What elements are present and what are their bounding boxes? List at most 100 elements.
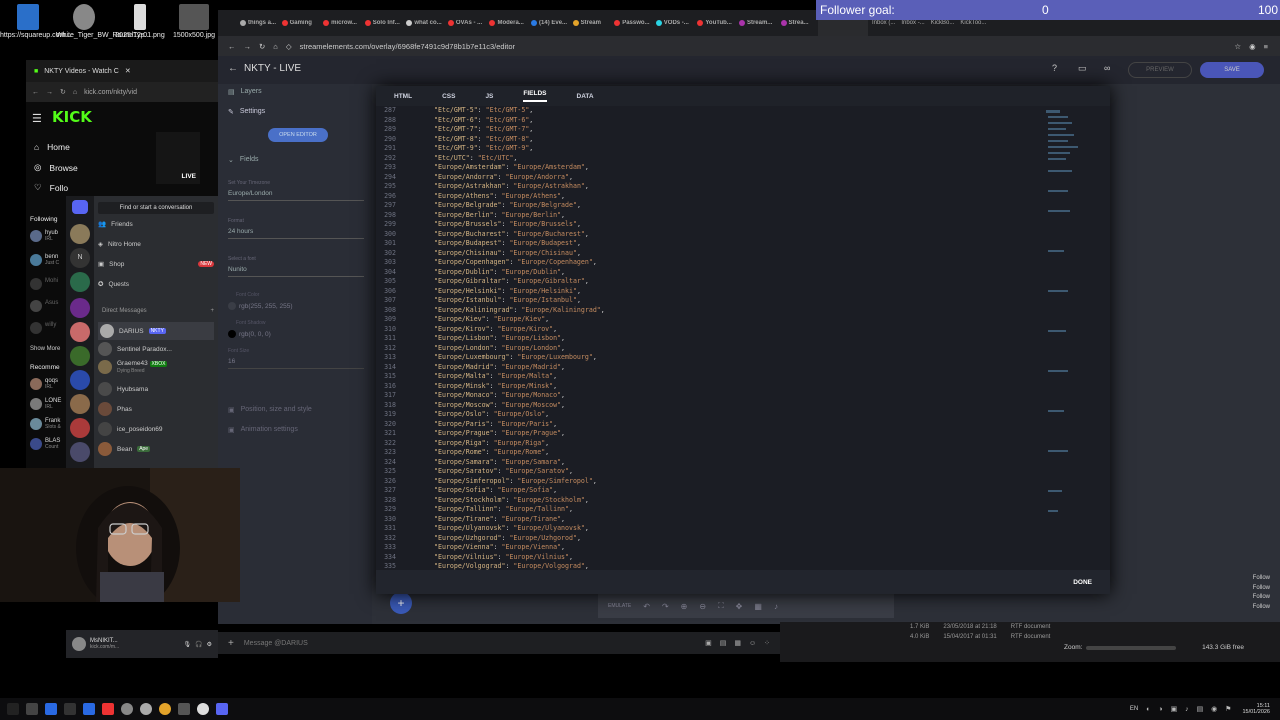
start-icon[interactable] xyxy=(7,703,19,715)
dm-item[interactable]: ice_poseidon69 xyxy=(98,422,163,436)
browser-tab[interactable]: (14) Eve... xyxy=(531,20,569,26)
code-line[interactable]: 300 "Europe/Bucharest": "Europe/Bucharest… xyxy=(376,230,1110,240)
code-line[interactable]: 312 "Europe/London": "Europe/London", xyxy=(376,344,1110,354)
desktop-icon[interactable]: https://squareup.com... xyxy=(0,4,71,40)
dm-item[interactable]: Phas xyxy=(98,402,132,416)
fit-icon[interactable]: ⛶ xyxy=(718,601,724,611)
dm-item[interactable]: Sentinel Paradox... xyxy=(98,342,172,356)
following-item[interactable]: hyub IRL xyxy=(30,230,70,254)
code-line[interactable]: 313 "Europe/Luxembourg": "Europe/Luxembou… xyxy=(376,353,1110,363)
preview-button[interactable]: PREVIEW xyxy=(1128,62,1192,78)
dm-item[interactable]: DARIUS NKTY xyxy=(98,322,214,340)
code-line[interactable]: 292 "Etc/UTC": "Etc/UTC", xyxy=(376,154,1110,164)
message-input[interactable]: Message @DARIUS xyxy=(244,640,308,647)
server-icon[interactable] xyxy=(70,442,90,462)
taskbar-app-icon[interactable] xyxy=(26,703,38,715)
code-line[interactable]: 317 "Europe/Monaco": "Europe/Monaco", xyxy=(376,391,1110,401)
server-icon[interactable] xyxy=(70,394,90,414)
following-item[interactable]: benn Just C xyxy=(30,254,70,278)
file-row[interactable]: 1.7 KiB 23/05/2018 at 21:18 RTF document xyxy=(910,624,1050,630)
code-line[interactable]: 326 "Europe/Simferopol": "Europe/Simferop… xyxy=(376,477,1110,487)
code-line[interactable]: 328 "Europe/Stockholm": "Europe/Stockholm… xyxy=(376,496,1110,506)
code-line[interactable]: 289 "Etc/GMT-7": "Etc/GMT-7", xyxy=(376,125,1110,135)
discord-home-icon[interactable] xyxy=(72,200,88,214)
taskbar-app-icon[interactable] xyxy=(159,703,171,715)
browser-tab[interactable]: Stream xyxy=(572,20,611,26)
server-icon[interactable] xyxy=(70,418,90,438)
code-line[interactable]: 290 "Etc/GMT-8": "Etc/GMT-8", xyxy=(376,135,1110,145)
code-line[interactable]: 299 "Europe/Brussels": "Europe/Brussels", xyxy=(376,220,1110,230)
kick-url[interactable]: kick.com/nkty/vid xyxy=(84,89,137,96)
back-icon[interactable]: ← xyxy=(228,42,236,51)
code-line[interactable]: 298 "Europe/Berlin": "Europe/Berlin", xyxy=(376,211,1110,221)
apps-icon[interactable]: ⁘ xyxy=(764,639,770,647)
browser-tab[interactable]: VODs -... xyxy=(655,20,694,26)
settings-section[interactable]: ✎ Settings xyxy=(228,108,265,116)
code-line[interactable]: 323 "Europe/Rome": "Europe/Rome", xyxy=(376,448,1110,458)
code-line[interactable]: 296 "Europe/Athens": "Europe/Athens", xyxy=(376,192,1110,202)
timezone-select[interactable]: Europe/London xyxy=(228,190,364,201)
taskbar-app-icon[interactable] xyxy=(140,703,152,715)
browser-tab[interactable]: microw... xyxy=(323,20,361,26)
add-attachment-icon[interactable]: + xyxy=(228,638,234,649)
nav-browse[interactable]: ◎ Browse xyxy=(34,162,78,173)
following-item[interactable]: Mohi xyxy=(30,278,70,300)
code-line[interactable]: 288 "Etc/GMT-6": "Etc/GMT-6", xyxy=(376,116,1110,126)
help-icon[interactable]: ? xyxy=(1052,63,1057,73)
desktop-icon[interactable]: 2025-12-01.png xyxy=(112,4,168,40)
sound-icon[interactable]: ♪ xyxy=(774,602,778,611)
code-line[interactable]: 335 "Europe/Volgograd": "Europe/Volgograd… xyxy=(376,562,1110,570)
browser-tab[interactable]: what co... xyxy=(406,20,444,26)
code-line[interactable]: 308 "Europe/Kaliningrad": "Europe/Kalinin… xyxy=(376,306,1110,316)
show-more-link[interactable]: Show More xyxy=(30,346,60,352)
zoom-control[interactable]: Zoom: xyxy=(1064,644,1177,651)
server-icon[interactable] xyxy=(70,370,90,390)
stream-thumbnail[interactable]: LIVE xyxy=(156,132,200,184)
browser-tab[interactable]: Solo Inf... xyxy=(364,20,403,26)
add-dm-icon[interactable]: + xyxy=(210,308,214,314)
clock[interactable]: 15:11 15/01/2026 xyxy=(1242,703,1270,715)
code-line[interactable]: 333 "Europe/Vienna": "Europe/Vienna", xyxy=(376,543,1110,553)
forward-icon[interactable]: → xyxy=(46,89,53,96)
code-line[interactable]: 294 "Europe/Andorra": "Europe/Andorra", xyxy=(376,173,1110,183)
dm-item[interactable]: Graeme43 XBOX Dying Breed xyxy=(98,360,168,374)
browser-tab[interactable]: Stream... xyxy=(738,20,777,26)
code-line[interactable]: 321 "Europe/Prague": "Europe/Prague", xyxy=(376,429,1110,439)
back-icon[interactable]: ← xyxy=(32,89,39,96)
server-icon[interactable]: N xyxy=(70,248,90,268)
position-section[interactable]: ▣ Position, size and style xyxy=(228,406,312,414)
shield-icon[interactable]: ◇ xyxy=(286,42,292,51)
taskbar-app-icon[interactable] xyxy=(216,703,228,715)
server-icon[interactable] xyxy=(70,224,90,244)
mic-icon[interactable]: 🎙 xyxy=(184,641,192,648)
fields-section[interactable]: ⌄ Fields xyxy=(228,156,259,164)
taskbar-app-icon[interactable] xyxy=(197,703,209,715)
reload-icon[interactable]: ↻ xyxy=(60,88,66,96)
following-item[interactable]: Asus xyxy=(30,300,70,322)
code-line[interactable]: 310 "Europe/Kirov": "Europe/Kirov", xyxy=(376,325,1110,335)
server-icon[interactable] xyxy=(70,272,90,292)
code-line[interactable]: 318 "Europe/Moscow": "Europe/Moscow", xyxy=(376,401,1110,411)
emulate-button[interactable]: EMULATE xyxy=(608,603,631,609)
nav-home[interactable]: ⌂ Home xyxy=(34,142,70,152)
code-line[interactable]: 332 "Europe/Uzhgorod": "Europe/Uzhgorod", xyxy=(376,534,1110,544)
code-minimap[interactable] xyxy=(1046,110,1080,520)
code-line[interactable]: 305 "Europe/Gibraltar": "Europe/Gibraltar… xyxy=(376,277,1110,287)
code-line[interactable]: 293 "Europe/Amsterdam": "Europe/Amsterdam… xyxy=(376,163,1110,173)
save-button[interactable]: SAVE xyxy=(1200,62,1264,78)
code-line[interactable]: 297 "Europe/Belgrade": "Europe/Belgrade", xyxy=(376,201,1110,211)
browser-tab[interactable]: Inbox (... xyxy=(872,20,895,26)
nitro-item[interactable]: ◈ Nitro Home xyxy=(98,240,141,249)
emoji-icon[interactable]: ☺ xyxy=(749,640,756,647)
forward-icon[interactable]: → xyxy=(244,42,252,51)
browser-tab[interactable]: Passwo... xyxy=(614,20,652,26)
gift-icon[interactable]: ▣ xyxy=(705,639,712,647)
close-icon[interactable]: ✕ xyxy=(125,67,131,75)
nav-following[interactable]: ♡ Follo xyxy=(34,182,68,193)
browser-tab[interactable]: Modera... xyxy=(489,20,527,26)
headphones-icon[interactable]: 🎧 xyxy=(195,641,202,648)
recommended-item[interactable]: Frank Slots & xyxy=(30,418,70,438)
zoom-out-icon[interactable]: ⊖ xyxy=(699,602,706,611)
format-select[interactable]: 24 hours xyxy=(228,228,364,239)
dm-item[interactable]: Bean Ape xyxy=(98,442,151,456)
